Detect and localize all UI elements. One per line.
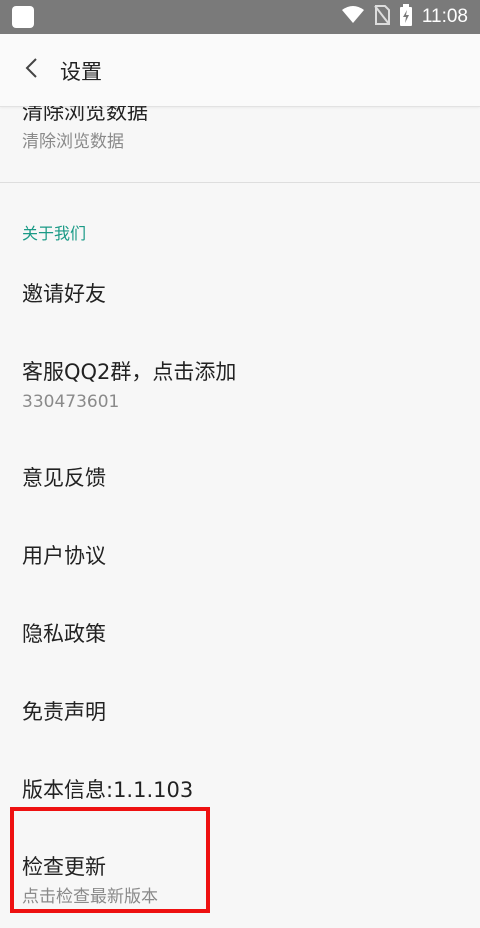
section-about-us: 关于我们: [22, 224, 87, 243]
app-bar: 设置: [0, 34, 480, 107]
settings-list: 清除浏览数据 清除浏览数据 关于我们 邀请好友 客服QQ2群，点击添加 3304…: [0, 106, 480, 928]
qq-group-item[interactable]: 客服QQ2群，点击添加 330473601: [22, 358, 458, 414]
version-info-label: 版本信息:1.1.103: [22, 778, 194, 802]
user-agreement-item[interactable]: 用户协议: [22, 542, 458, 570]
highlight-box: [10, 807, 210, 913]
qq-group-number: 330473601: [22, 392, 120, 412]
clear-data-item[interactable]: 清除浏览数据 清除浏览数据: [22, 106, 458, 154]
privacy-policy-label: 隐私政策: [22, 622, 106, 646]
version-info-item[interactable]: 版本信息:1.1.103: [22, 776, 458, 804]
status-bar: 11:08: [0, 0, 480, 34]
wifi-icon: [341, 6, 364, 28]
qq-group-title: 客服QQ2群，点击添加: [22, 360, 237, 384]
feedback-item[interactable]: 意见反馈: [22, 464, 458, 492]
invite-friends-item[interactable]: 邀请好友: [22, 280, 458, 308]
page-title: 设置: [60, 60, 102, 84]
chevron-left-icon: [24, 57, 38, 83]
feedback-label: 意见反馈: [22, 466, 106, 490]
user-agreement-label: 用户协议: [22, 544, 106, 568]
clear-data-title: 清除浏览数据: [22, 106, 148, 124]
invite-friends-label: 邀请好友: [22, 282, 106, 306]
no-sim-icon: [374, 5, 390, 29]
privacy-policy-item[interactable]: 隐私政策: [22, 620, 458, 648]
divider: [0, 182, 480, 183]
clear-data-subtitle: 清除浏览数据: [22, 132, 124, 152]
app-square-icon: [12, 6, 34, 28]
disclaimer-item[interactable]: 免责声明: [22, 698, 458, 726]
battery-charging-icon: [399, 4, 412, 30]
status-time: 11:08: [421, 6, 468, 27]
back-button[interactable]: [16, 54, 46, 86]
disclaimer-label: 免责声明: [22, 700, 106, 724]
